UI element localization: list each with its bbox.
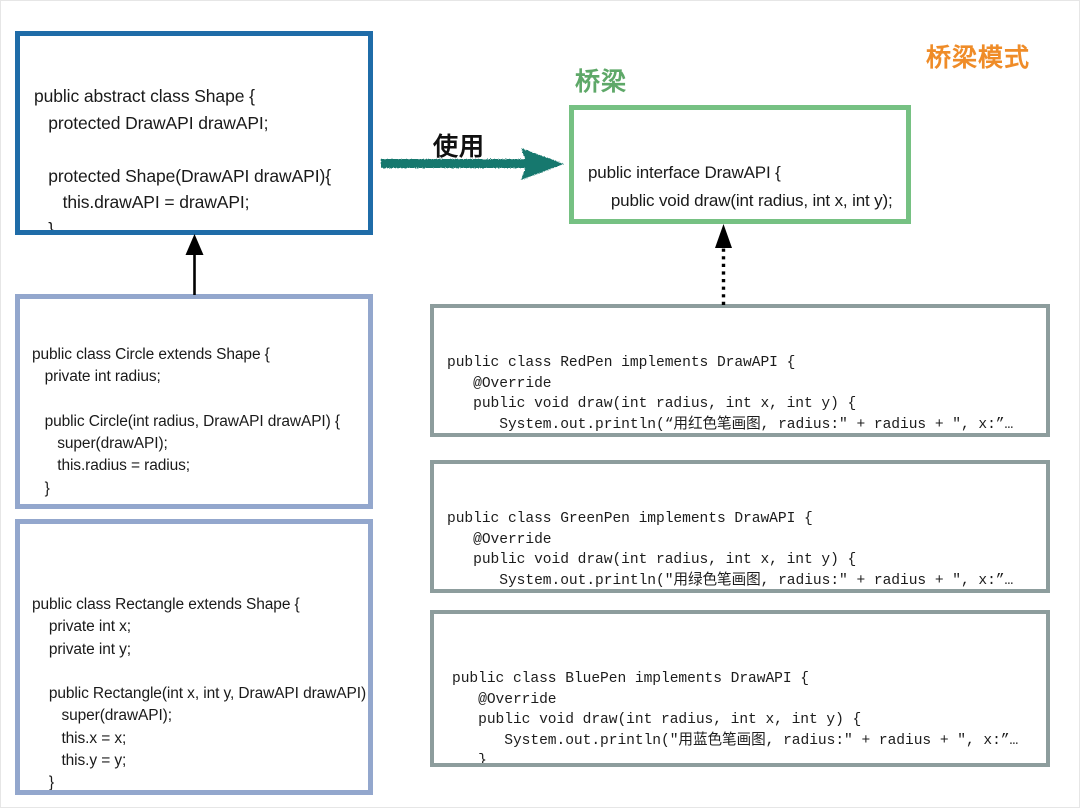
bluepen-class-code: public class BluePen implements DrawAPI … (452, 671, 1019, 767)
shape-class-box: public abstract class Shape { protected … (15, 31, 373, 235)
realization-arrow-redpen-to-drawapi (715, 224, 732, 305)
redpen-class-box: public class RedPen implements DrawAPI {… (430, 304, 1050, 437)
rectangle-class-box: public class Rectangle extends Shape { p… (15, 519, 373, 795)
redpen-class-code: public class RedPen implements DrawAPI {… (447, 355, 1014, 433)
inheritance-arrow-circle-to-shape (185, 234, 204, 295)
bluepen-class-box: public class BluePen implements DrawAPI … (430, 610, 1050, 767)
circle-class-code: public class Circle extends Shape { priv… (32, 346, 340, 497)
rectangle-class-code: public class Rectangle extends Shape { p… (32, 596, 367, 792)
bridge-label: 桥梁 (575, 68, 628, 96)
greenpen-class-code: public class GreenPen implements DrawAPI… (447, 511, 1014, 589)
drawapi-interface-code: public interface DrawAPI { public void d… (588, 163, 893, 210)
circle-class-box: public class Circle extends Shape { priv… (15, 294, 373, 509)
diagram-canvas: 桥梁模式 桥梁 使用 public abstract class Shape {… (0, 0, 1080, 808)
greenpen-class-box: public class GreenPen implements DrawAPI… (430, 460, 1050, 593)
page-title: 桥梁模式 (926, 44, 1031, 72)
use-arrow (381, 148, 564, 180)
shape-class-code: public abstract class Shape { protected … (34, 86, 331, 235)
drawapi-interface-box: public interface DrawAPI { public void d… (569, 105, 911, 224)
